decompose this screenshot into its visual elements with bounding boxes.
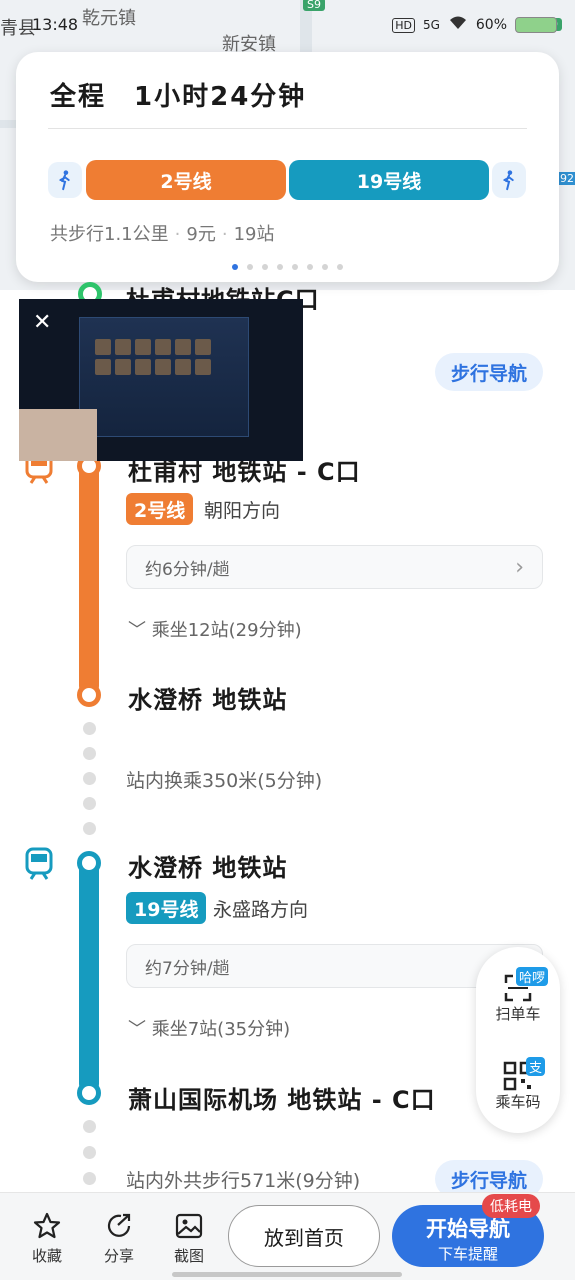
ride-code-button[interactable]: 乘车码: [476, 1061, 560, 1112]
floating-video-window[interactable]: ✕: [19, 299, 303, 461]
share-icon: [107, 1213, 131, 1237]
alight-reminder-label: 下车提醒: [437, 1245, 498, 1263]
ride-text: 乘坐12站(29分钟): [151, 620, 302, 641]
frequency-row-1[interactable]: 约6分钟/趟 ›: [126, 545, 543, 589]
hello-badge: 哈啰: [516, 967, 549, 986]
direction-2: 永盛路方向: [213, 899, 309, 921]
collect-button[interactable]: 收藏: [22, 1211, 72, 1266]
signal-icon: 5G: [422, 18, 440, 32]
home-indicator[interactable]: [172, 1272, 402, 1277]
total-label: 全程: [50, 82, 107, 112]
final-walk-info: 站内外共步行571米(9分钟): [126, 1170, 361, 1192]
transfer-dot: [83, 822, 96, 835]
total-duration: 1小时24分钟: [134, 82, 307, 112]
walk-icon: [48, 162, 82, 198]
alight-node: [77, 683, 101, 707]
video-webcam: [19, 409, 97, 461]
close-icon[interactable]: ✕: [33, 312, 53, 334]
ride-info-2[interactable]: ﹀ 乘坐7站(35分钟): [128, 1015, 290, 1041]
ride-info-1[interactable]: ﹀ 乘坐12站(29分钟): [128, 616, 302, 642]
board-node: [77, 851, 101, 875]
low-power-badge: 低耗电: [482, 1194, 540, 1218]
price: 9元: [186, 224, 216, 245]
add-to-home-button[interactable]: 放到首页: [228, 1205, 380, 1267]
video-game-panel: [79, 317, 249, 437]
scan-bike-label: 扫单车: [495, 1005, 541, 1023]
alipay-badge: 支: [526, 1057, 546, 1076]
walk-dot: [83, 1120, 96, 1133]
transfer-dot: [83, 772, 96, 785]
segment-line-19: 19号线: [289, 160, 489, 200]
chevron-down-icon: ﹀: [128, 620, 152, 641]
wifi-icon: [448, 15, 468, 35]
summary-title: 全程 1小时24分钟: [50, 76, 306, 113]
divider: [48, 128, 527, 129]
stop-count: 19站: [233, 224, 275, 245]
walk-dot: [83, 1172, 96, 1185]
frequency-text: 约7分钟/趟: [145, 958, 230, 979]
battery-icon: [515, 17, 557, 33]
direction-1: 朝阳方向: [204, 500, 281, 522]
line-tag-19: 19号线: [126, 892, 207, 924]
line-2-track: [79, 456, 99, 696]
hd-icon: HD: [392, 17, 415, 33]
transfer-info: 站内换乘350米(5分钟): [126, 770, 323, 792]
ride-code-label: 乘车码: [495, 1093, 541, 1111]
alight-node: [77, 1081, 101, 1105]
status-icons: HD 5G 60%: [392, 15, 557, 35]
line-tag-2: 2号线: [126, 493, 194, 525]
transfer-dot: [83, 722, 96, 735]
chevron-right-icon: ›: [515, 554, 524, 580]
status-time: 13:48: [32, 15, 79, 34]
share-label: 分享: [103, 1247, 134, 1265]
star-icon: [33, 1212, 61, 1239]
frequency-text: 约6分钟/趟: [145, 559, 230, 580]
transfer-dot: [83, 797, 96, 810]
walk-distance: 共步行1.1公里: [50, 224, 169, 245]
side-quick-widget: 扫单车 哈啰 乘车码 支: [476, 947, 560, 1133]
walk-nav-button[interactable]: 步行导航: [435, 353, 543, 391]
route-segments: 2号线 19号线: [48, 160, 526, 200]
alight-station-1: 水澄桥 地铁站: [128, 686, 288, 714]
route-meta: 共步行1.1公里 · 9元 · 19站: [50, 224, 275, 245]
battery-percent: 60%: [475, 17, 507, 33]
image-icon: [175, 1213, 203, 1239]
transfer-dot: [83, 747, 96, 760]
share-button[interactable]: 分享: [94, 1211, 144, 1266]
video-hero-grid: [95, 339, 225, 375]
ride-text: 乘坐7站(35分钟): [151, 1019, 291, 1040]
page-indicator: [16, 264, 559, 270]
screenshot-button[interactable]: 截图: [164, 1211, 214, 1266]
segment-line-2: 2号线: [86, 160, 286, 200]
walk-dot: [83, 1146, 96, 1159]
screenshot-label: 截图: [173, 1247, 204, 1265]
line-19-track: [79, 852, 99, 1094]
alight-station-2: 萧山国际机场 地铁站 - C口: [128, 1086, 436, 1114]
metro-icon: [22, 846, 56, 882]
map-label-town: 青县: [0, 18, 36, 39]
status-bar: 青县 13:48 HD 5G 60%: [0, 0, 575, 50]
chevron-down-icon: ﹀: [128, 1019, 152, 1040]
board-station-2: 水澄桥 地铁站: [128, 854, 288, 882]
route-summary-card[interactable]: 全程 1小时24分钟 2号线 19号线 共步行1.1公里 · 9元 · 19站: [16, 52, 559, 282]
collect-label: 收藏: [31, 1247, 62, 1265]
walk-icon: [492, 162, 526, 198]
